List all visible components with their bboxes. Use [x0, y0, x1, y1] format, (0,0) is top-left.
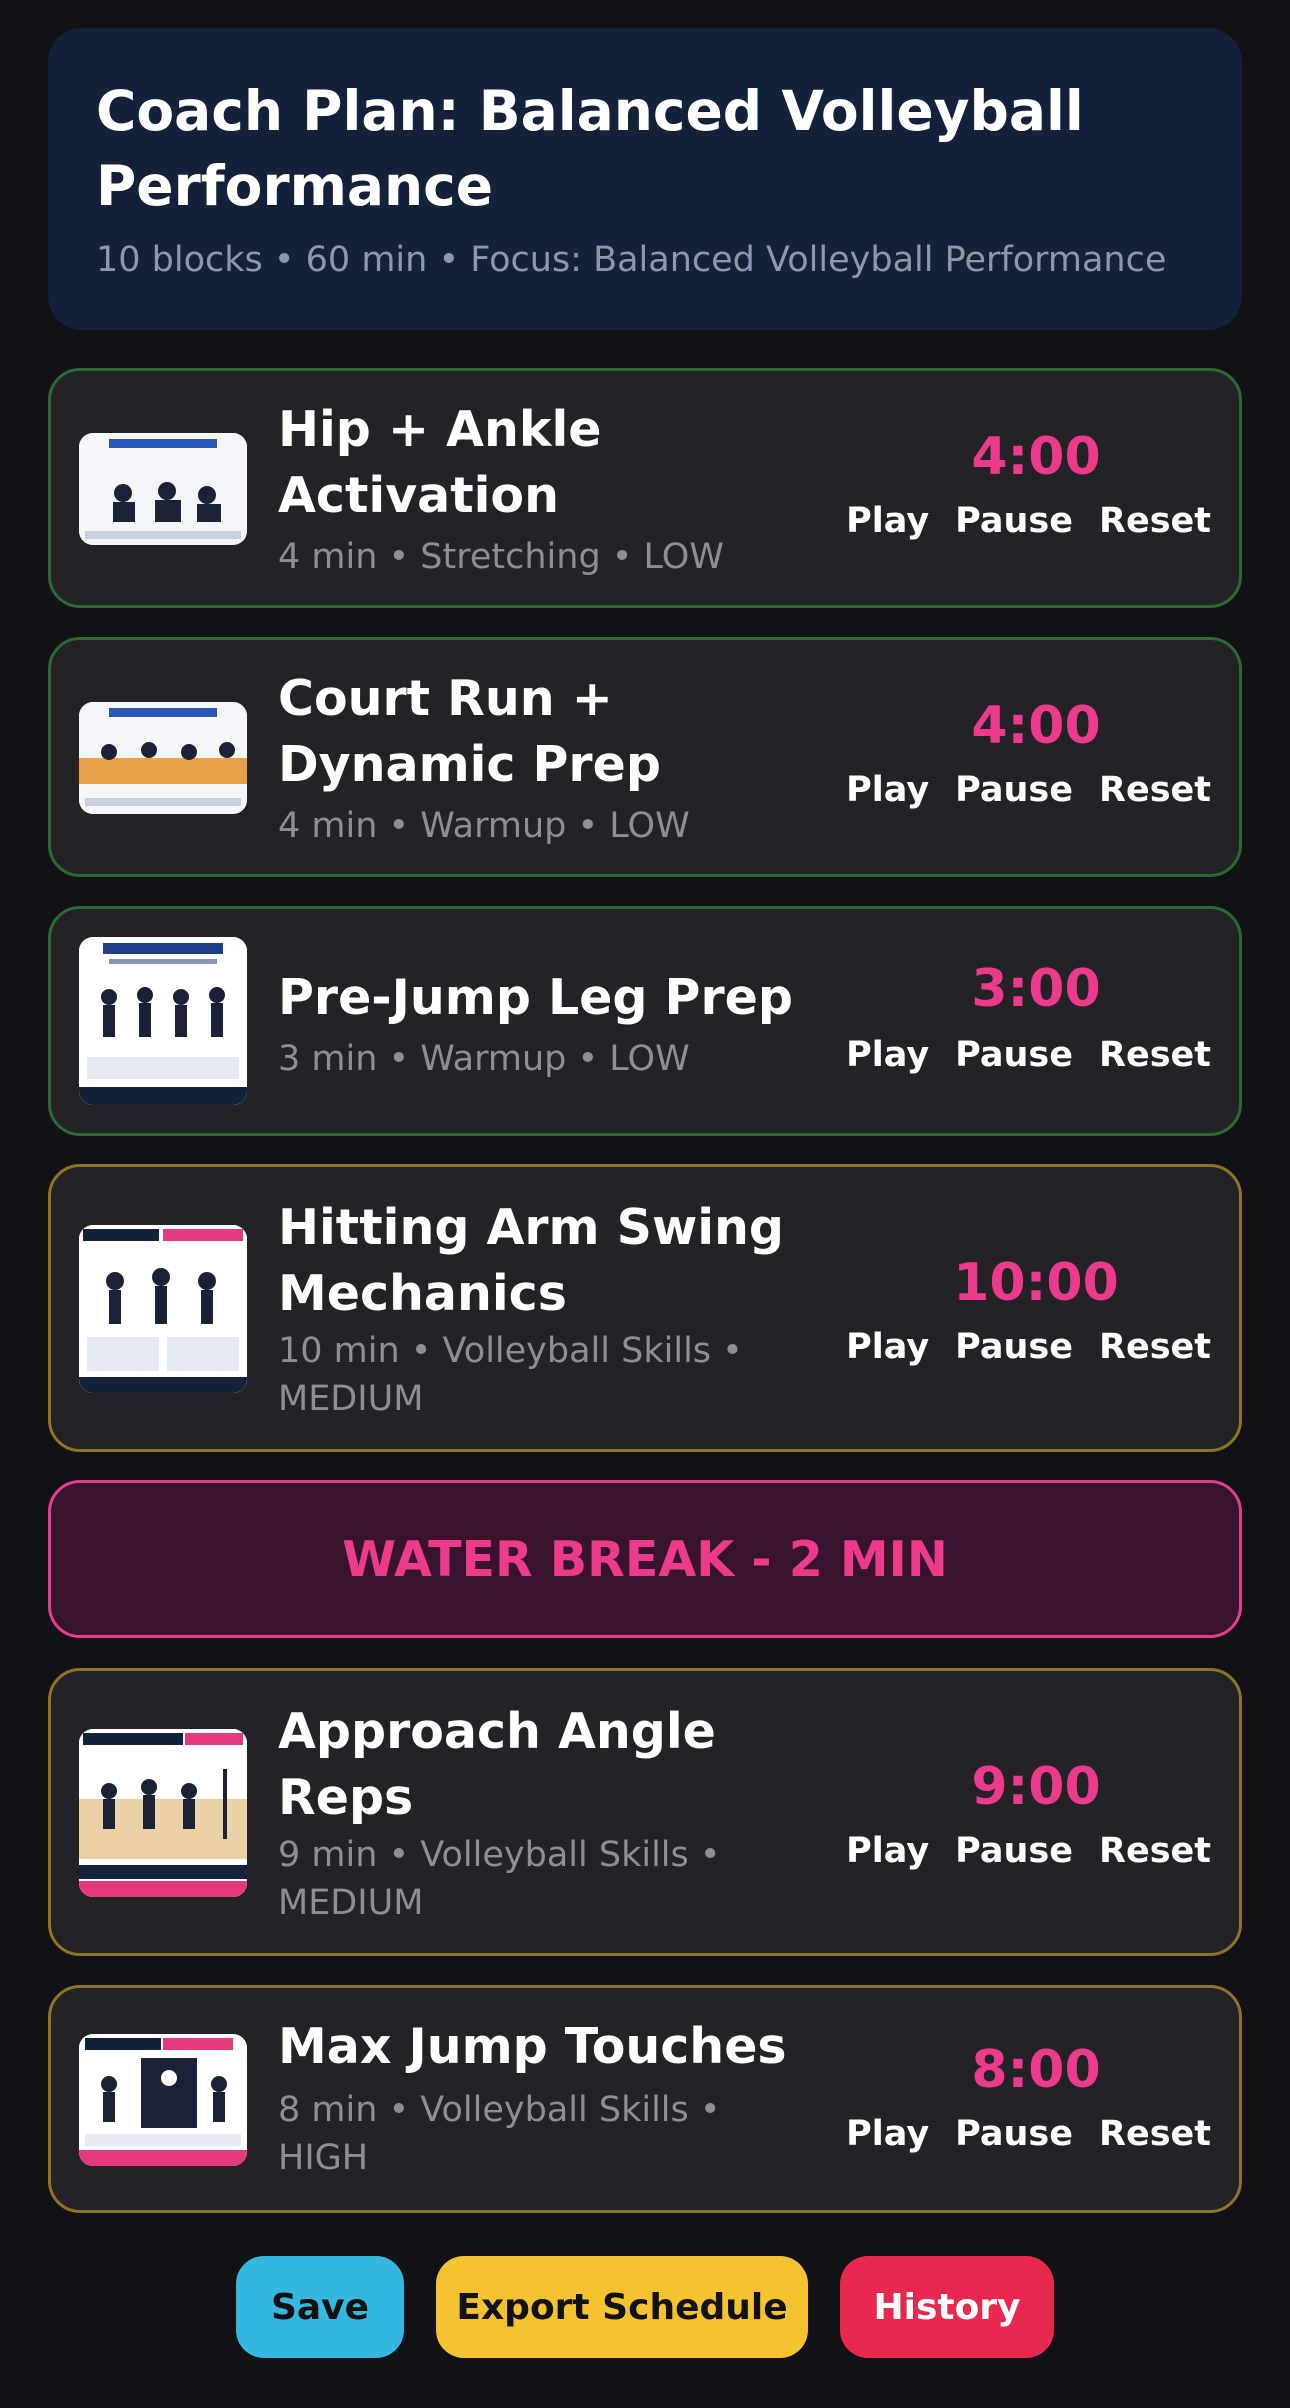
block-timer: 4:00 — [971, 696, 1101, 756]
play-button[interactable]: Play — [846, 770, 929, 810]
pause-button[interactable]: Pause — [955, 1035, 1073, 1075]
reset-button[interactable]: Reset — [1099, 1327, 1211, 1367]
plan-header: Coach Plan: Balanced Volleyball Performa… — [48, 28, 1242, 330]
timer-controls: Play Pause Reset — [846, 1831, 1211, 1871]
block-meta: 8 min • Volleyball Skills • HIGH — [278, 2090, 721, 2178]
timer-controls: Play Pause Reset — [846, 501, 1211, 541]
pause-button[interactable]: Pause — [955, 1327, 1073, 1367]
reset-button[interactable]: Reset — [1099, 770, 1211, 810]
history-button[interactable]: History — [840, 2256, 1054, 2358]
block-title: Pre-Jump Leg Prep — [278, 969, 793, 1026]
block-meta: 9 min • Volleyball Skills • MEDIUM — [278, 1835, 721, 1923]
water-break-label: WATER BREAK - 2 MIN — [342, 1530, 948, 1588]
block-timer: 8:00 — [971, 2040, 1101, 2100]
block-title: Approach Angle Reps — [278, 1703, 716, 1826]
block-timer: 10:00 — [953, 1253, 1119, 1313]
reset-button[interactable]: Reset — [1099, 2114, 1211, 2154]
pause-button[interactable]: Pause — [955, 501, 1073, 541]
coach-plan-screen: Coach Plan: Balanced Volleyball Performa… — [0, 0, 1290, 2408]
reset-button[interactable]: Reset — [1099, 1035, 1211, 1075]
block-meta: 3 min • Warmup • LOW — [278, 1039, 690, 1079]
block-meta: 4 min • Stretching • LOW — [278, 537, 724, 577]
play-button[interactable]: Play — [846, 1035, 929, 1075]
export-schedule-button[interactable]: Export Schedule — [436, 2256, 808, 2358]
stretch-pre-jump-poster-icon — [79, 937, 247, 1105]
stretch-court-run-poster-icon — [79, 702, 247, 814]
block-title: Max Jump Touches — [278, 2018, 787, 2075]
block-card: Max Jump Touches 8 min • Volleyball Skil… — [48, 1985, 1242, 2213]
pause-button[interactable]: Pause — [955, 770, 1073, 810]
block-timer: 3:00 — [971, 959, 1101, 1019]
block-timer: 4:00 — [971, 427, 1101, 487]
timer-controls: Play Pause Reset — [846, 1327, 1211, 1367]
block-card: Hitting Arm Swing Mechanics 10 min • Vol… — [48, 1164, 1242, 1452]
plan-summary: 10 blocks • 60 min • Focus: Balanced Vol… — [96, 240, 1167, 280]
hitting-arm-swing-mechanics-poster-icon — [79, 1225, 247, 1393]
timer-controls: Play Pause Reset — [846, 770, 1211, 810]
pause-button[interactable]: Pause — [955, 2114, 1073, 2154]
max-jump-touches-poster-icon — [79, 2034, 247, 2166]
block-card: Court Run + Dynamic Prep 4 min • Warmup … — [48, 637, 1242, 877]
block-title: Court Run + Dynamic Prep — [278, 670, 661, 793]
reset-button[interactable]: Reset — [1099, 501, 1211, 541]
reset-button[interactable]: Reset — [1099, 1831, 1211, 1871]
play-button[interactable]: Play — [846, 1327, 929, 1367]
block-meta: 10 min • Volleyball Skills • MEDIUM — [278, 1331, 743, 1419]
stretch-hip-mobility-poster-icon — [79, 433, 247, 545]
water-break-banner: WATER BREAK - 2 MIN — [48, 1480, 1242, 1638]
play-button[interactable]: Play — [846, 1831, 929, 1871]
play-button[interactable]: Play — [846, 501, 929, 541]
approach-angle-reps-poster-icon — [79, 1729, 247, 1897]
action-bar: Save Export Schedule History — [0, 2256, 1290, 2358]
block-card: Hip + Ankle Activation 4 min • Stretchin… — [48, 368, 1242, 608]
pause-button[interactable]: Pause — [955, 1831, 1073, 1871]
block-meta: 4 min • Warmup • LOW — [278, 806, 690, 846]
save-button[interactable]: Save — [236, 2256, 404, 2358]
page-title: Coach Plan: Balanced Volleyball Performa… — [96, 79, 1084, 218]
block-title: Hip + Ankle Activation — [278, 401, 602, 524]
timer-controls: Play Pause Reset — [846, 1035, 1211, 1075]
timer-controls: Play Pause Reset — [846, 2114, 1211, 2154]
block-timer: 9:00 — [971, 1757, 1101, 1817]
block-card: Pre-Jump Leg Prep 3 min • Warmup • LOW 3… — [48, 906, 1242, 1136]
block-title: Hitting Arm Swing Mechanics — [278, 1199, 784, 1322]
play-button[interactable]: Play — [846, 2114, 929, 2154]
block-card: Approach Angle Reps 9 min • Volleyball S… — [48, 1668, 1242, 1956]
